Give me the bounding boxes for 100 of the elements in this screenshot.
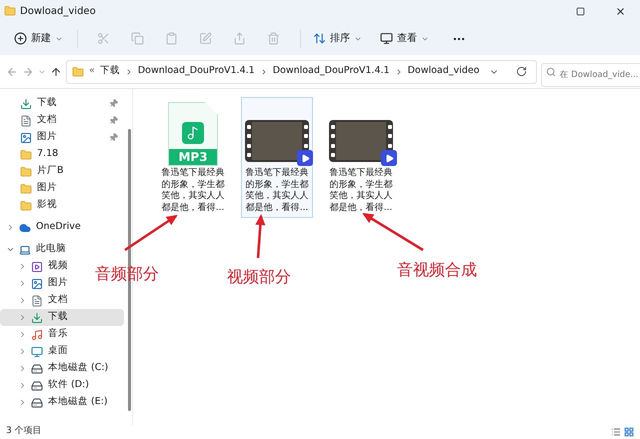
sidebar-item-label: 此电脑	[36, 242, 66, 256]
sidebar-item-label: 下载	[48, 310, 69, 324]
file-item[interactable]: 鲁迅笔下最经典的形象，学生都笑他，其实人人都是他，看得...	[241, 97, 313, 218]
sidebar-item[interactable]: 影视	[0, 197, 61, 214]
sidebar-item-label: 7.18	[37, 147, 58, 162]
chevron-right-icon[interactable]	[18, 364, 27, 373]
video-thumbnail	[245, 120, 309, 162]
overflow-marker[interactable]: «	[89, 64, 95, 79]
annotation-label: 音视频合成	[397, 259, 477, 281]
chevron-right-icon[interactable]	[18, 279, 27, 288]
sidebar-item[interactable]: 7.18	[0, 146, 62, 163]
sidebar-item[interactable]: 下载	[0, 309, 124, 326]
picture-icon	[20, 132, 32, 144]
sort-button[interactable]: 排序	[311, 26, 364, 50]
file-item[interactable]: MP3 鲁迅笔下最经典的形象，学生都笑他，其实人人都是他，看得...	[157, 97, 229, 218]
sidebar-item[interactable]: 文档	[0, 292, 72, 309]
sidebar-item-label: 音乐	[48, 327, 68, 342]
search-field[interactable]: 在 Dowload_vide...	[541, 62, 640, 86]
sidebar-item[interactable]: 本地磁盘 (E:)	[0, 394, 112, 411]
sidebar-item-label: 本地磁盘 (E:)	[48, 395, 108, 410]
sidebar-item[interactable]: 软件 (D:)	[0, 377, 93, 394]
chevron-right-icon[interactable]	[18, 262, 27, 271]
chevron-right-icon[interactable]	[6, 223, 15, 232]
sidebar-item-label: 本地磁盘 (C:)	[48, 361, 108, 376]
chevron-down-icon[interactable]	[6, 245, 15, 254]
forward-arrow-icon	[22, 66, 34, 78]
rename-icon	[198, 32, 212, 45]
chevron-right-icon[interactable]	[18, 296, 27, 305]
sidebar-item-label: 文档	[37, 113, 58, 128]
refresh-icon	[516, 66, 528, 77]
sidebar-item-label: 图片	[37, 181, 57, 196]
sidebar-item[interactable]: 本地磁盘 (C:)	[0, 360, 112, 377]
computer-icon	[19, 244, 31, 256]
share-icon	[232, 32, 246, 45]
document-icon	[31, 294, 43, 306]
sidebar-item[interactable]: 图片	[0, 129, 124, 146]
annotation-label: 音频部分	[95, 263, 159, 285]
folder-icon	[20, 166, 32, 178]
sidebar-item[interactable]: 音乐	[0, 326, 72, 343]
plus-icon	[14, 32, 27, 45]
item-count: 3 个项目	[6, 425, 42, 438]
file-item[interactable]: 鲁迅笔下最经典的形象，学生都笑他，其实人人都是他，看得...	[325, 97, 397, 218]
annotation-arrow	[362, 212, 424, 252]
cloud-icon	[19, 222, 31, 234]
sidebar-item-label: 视频	[48, 259, 68, 274]
chevron-right-icon[interactable]	[18, 313, 27, 322]
breadcrumb[interactable]: Download_DouProV1.4.1	[272, 64, 390, 79]
file-name: 鲁迅笔下最经典的形象，学生都笑他，其实人人都是他，看得...	[161, 168, 225, 214]
sidebar-item[interactable]: 桌面	[0, 343, 72, 360]
copy-icon	[130, 32, 144, 45]
download-icon	[20, 98, 32, 110]
player-badge-icon	[381, 150, 397, 166]
sidebar-item[interactable]: 下载	[0, 95, 124, 112]
folder-icon	[20, 182, 32, 194]
sidebar-item[interactable]: 此电脑	[0, 241, 70, 258]
search-icon	[546, 66, 556, 76]
sidebar-item[interactable]: 图片	[0, 275, 72, 292]
new-button[interactable]: 新建	[12, 26, 65, 50]
breadcrumb[interactable]: 下载	[100, 64, 120, 79]
picture-icon	[31, 278, 43, 290]
maximize-icon	[576, 6, 584, 16]
sidebar-item-label: 桌面	[48, 344, 68, 358]
sidebar-item[interactable]: 片厂B	[0, 163, 68, 180]
drive-icon	[31, 380, 43, 392]
close-icon	[614, 6, 626, 16]
chevron-right-icon[interactable]	[18, 347, 27, 356]
sidebar-item-label: 文档	[48, 293, 68, 308]
sidebar-item[interactable]: 文档	[0, 112, 124, 129]
monitor-icon	[31, 346, 43, 358]
view-button[interactable]: 查看	[378, 26, 431, 50]
chevron-right-icon[interactable]	[18, 381, 27, 390]
sidebar-item[interactable]: 图片	[0, 180, 61, 197]
player-badge-icon	[297, 150, 313, 166]
chevron-right-icon[interactable]	[18, 398, 27, 407]
large-icons-view-icon[interactable]	[624, 427, 634, 437]
breadcrumb[interactable]: Download_DouProV1.4.1	[138, 64, 255, 79]
sidebar-item[interactable]: OneDrive	[0, 219, 85, 236]
scissors-icon	[96, 32, 110, 45]
annotation-arrow	[255, 214, 266, 258]
chevron-right-icon[interactable]	[18, 330, 27, 339]
file-name: 鲁迅笔下最经典的形象，学生都笑他，其实人人都是他，看得...	[329, 168, 393, 214]
address-field[interactable]: « 下载 Download_DouProV1.4.1 Download_DouProV1.4.1 Dowload_video	[66, 60, 538, 84]
folder-icon	[20, 200, 32, 212]
breadcrumb[interactable]: Dowload_video	[408, 64, 480, 79]
monitor-icon	[380, 32, 393, 45]
trash-icon	[266, 32, 280, 45]
folder-icon	[4, 5, 16, 17]
window-title: Dowload_video	[20, 4, 96, 18]
music-icon	[31, 328, 43, 340]
sidebar-item[interactable]: 视频	[0, 258, 72, 275]
sidebar-item-label: 软件 (D:)	[48, 378, 89, 392]
file-type-label: MP3	[169, 149, 217, 165]
music-note-icon	[186, 126, 200, 140]
sidebar-item-label: 下载	[37, 96, 58, 110]
details-view-icon[interactable]	[611, 427, 621, 437]
file-name: 鲁迅笔下最经典的形象，学生都笑他，其实人人都是他，看得...	[245, 168, 309, 214]
drive-icon	[31, 362, 43, 374]
video-thumbnail	[329, 120, 393, 162]
annotation-label: 视频部分	[227, 266, 291, 288]
up-arrow-icon	[50, 66, 62, 78]
